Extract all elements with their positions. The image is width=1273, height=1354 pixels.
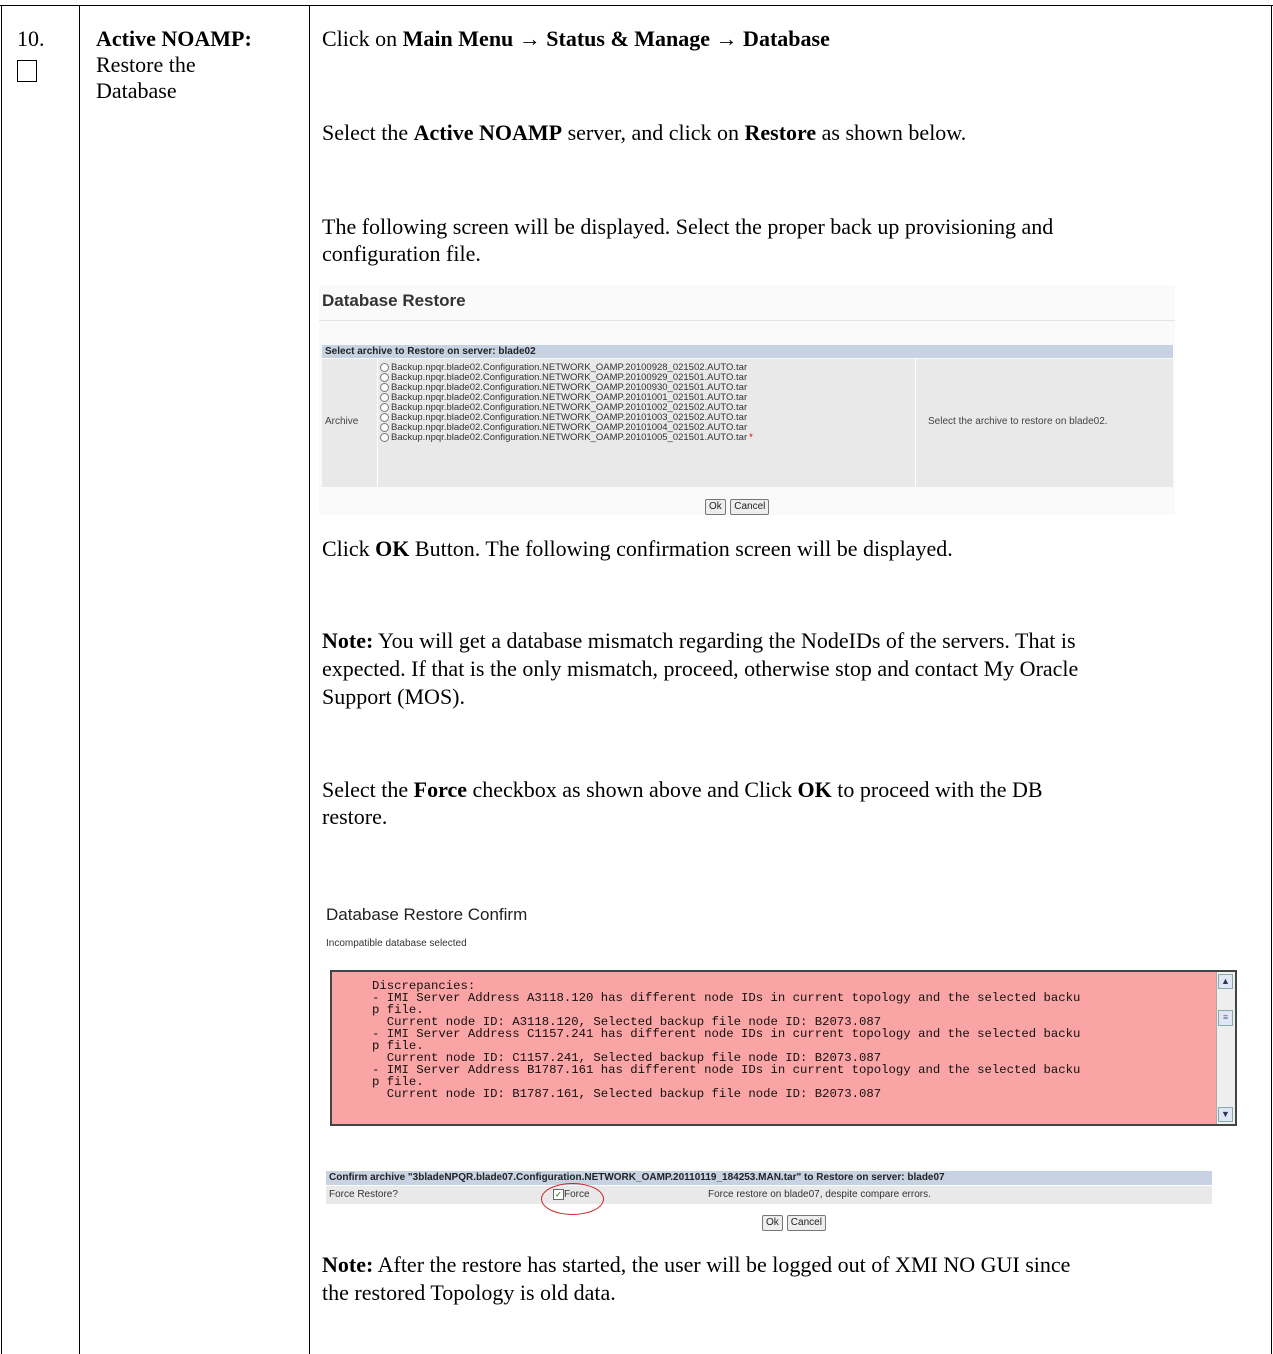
instruction-select-server: Select the Active NOAMP server, and clic… <box>322 120 967 145</box>
force-restore-row: Force Restore? ✓ Force Force restore on b… <box>326 1186 1212 1204</box>
note-mismatch-line-2: expected. If that is the only mismatch, … <box>322 656 1079 681</box>
force-help-text: Force restore on blade07, despite compar… <box>708 1189 931 1200</box>
force-highlight-circle <box>541 1183 604 1215</box>
instruction-click-ok: Click OK Button. The following confirmat… <box>322 536 953 561</box>
note-logout-line-2: the restored Topology is old data. <box>322 1280 616 1305</box>
archive-list: Backup.npqr.blade02.Configuration.NETWOR… <box>380 362 753 443</box>
restore-header-bar: Select archive to Restore on server: bla… <box>322 345 1173 358</box>
ok-button[interactable]: Ok <box>705 499 726 515</box>
force-restore-label: Force Restore? <box>329 1189 398 1200</box>
archive-option[interactable]: Backup.npqr.blade02.Configuration.NETWOR… <box>380 392 753 403</box>
restore-title: Database Restore <box>322 291 466 310</box>
instruction-navigate: Click on Main Menu → Status & Manage → D… <box>322 26 830 51</box>
archive-option[interactable]: Backup.npqr.blade02.Configuration.NETWOR… <box>380 382 753 393</box>
note-logout-line-1: Note: After the restore has started, the… <box>322 1252 1071 1277</box>
archive-option[interactable]: Backup.npqr.blade02.Configuration.NETWOR… <box>380 402 753 413</box>
confirm-subtitle: Incompatible database selected <box>326 938 467 949</box>
scroll-thumb[interactable]: ≡ <box>1218 1010 1233 1026</box>
vertical-scrollbar[interactable]: ▲ ≡ ▼ <box>1216 972 1235 1124</box>
restore-buttons: Ok Cancel <box>705 496 770 515</box>
discrepancies-box[interactable]: Discrepancies: - IMI Server Address A311… <box>330 970 1237 1126</box>
note-mismatch-line-3: Support (MOS). <box>322 684 466 709</box>
archive-option[interactable]: Backup.npqr.blade02.Configuration.NETWOR… <box>380 372 753 383</box>
radio-button[interactable] <box>380 412 389 422</box>
column-divider-1 <box>79 5 80 1354</box>
archive-help-text: Select the archive to restore on blade02… <box>928 416 1108 427</box>
confirm-cancel-button[interactable]: Cancel <box>786 1215 826 1231</box>
restore-archive-table: Archive Backup.npqr.blade02.Configuratio… <box>322 359 1173 487</box>
column-divider-2 <box>309 5 310 1354</box>
archive-option[interactable]: Backup.npqr.blade02.Configuration.NETWOR… <box>380 431 753 443</box>
instruction-force-line-2: restore. <box>322 804 388 829</box>
archive-option[interactable]: Backup.npqr.blade02.Configuration.NETWOR… <box>380 422 753 433</box>
table-left-border <box>1 5 2 1354</box>
archive-label: Archive <box>325 416 359 427</box>
radio-button[interactable] <box>380 422 389 432</box>
step-number: 10. <box>17 26 45 51</box>
archive-option[interactable]: Backup.npqr.blade02.Configuration.NETWOR… <box>380 412 753 423</box>
note-mismatch-line-1: Note: You will get a database mismatch r… <box>322 628 1076 653</box>
radio-button[interactable] <box>380 362 389 372</box>
radio-button[interactable] <box>380 392 389 402</box>
confirm-title: Database Restore Confirm <box>326 905 528 924</box>
table-top-border <box>0 5 1273 6</box>
table-right-border <box>1271 5 1272 1354</box>
step-subtitle-line-2: Database <box>96 78 177 103</box>
cancel-button[interactable]: Cancel <box>730 499 770 515</box>
radio-button[interactable] <box>380 402 389 412</box>
radio-button[interactable] <box>380 432 389 442</box>
archive-option[interactable]: Backup.npqr.blade02.Configuration.NETWOR… <box>380 362 753 373</box>
discrepancies-text: Discrepancies: - IMI Server Address A311… <box>372 979 1081 1101</box>
confirm-header-bar: Confirm archive "3bladeNPQR.blade07.Conf… <box>326 1171 1212 1185</box>
scroll-up-icon[interactable]: ▲ <box>1218 974 1233 989</box>
radio-button[interactable] <box>380 382 389 392</box>
instruction-screen-line-2: configuration file. <box>322 241 481 266</box>
step-checkbox[interactable] <box>17 60 37 82</box>
instruction-force-line-1: Select the Force checkbox as shown above… <box>322 777 1043 802</box>
scroll-down-icon[interactable]: ▼ <box>1218 1107 1233 1122</box>
required-marker: * <box>749 431 753 443</box>
step-subtitle-line-1: Restore the <box>96 52 196 77</box>
confirm-ok-button[interactable]: Ok <box>762 1215 783 1231</box>
radio-button[interactable] <box>380 372 389 382</box>
database-restore-screenshot: Database Restore Select archive to Resto… <box>319 285 1175 515</box>
instruction-screen-line-1: The following screen will be displayed. … <box>322 214 1054 239</box>
step-title: Active NOAMP: <box>96 26 252 51</box>
confirm-buttons: Ok Cancel <box>762 1212 826 1231</box>
